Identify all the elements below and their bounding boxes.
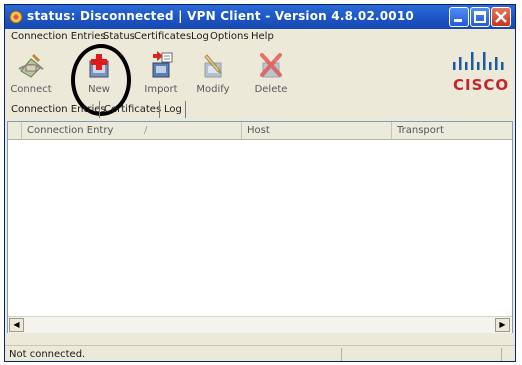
status-bar: Not connected. [5, 345, 515, 363]
scroll-right-button[interactable]: ▶ [495, 318, 510, 332]
table-header: Connection Entry / Host Transport [8, 122, 512, 140]
arrow-left-icon: ◀ [13, 320, 20, 329]
window-title: status: Disconnected | VPN Client - Vers… [27, 9, 414, 23]
column-connection-entry-label: Connection Entry [27, 125, 114, 136]
cisco-bars-icon [453, 52, 504, 70]
connect-label: Connect [10, 84, 52, 95]
column-host[interactable]: Host [242, 122, 392, 139]
resize-grip-divider [501, 348, 502, 361]
tab-connection-entries[interactable]: Connection Entries [7, 101, 110, 118]
scroll-left-button[interactable]: ◀ [9, 318, 24, 332]
status-divider [341, 348, 342, 361]
tab-strip: Connection Entries Certificates Log [5, 101, 515, 119]
menu-log[interactable]: Log [191, 31, 209, 42]
maximize-button[interactable] [470, 7, 490, 27]
close-button[interactable] [491, 7, 511, 27]
import-button[interactable]: Import [139, 48, 183, 100]
menu-certificates[interactable]: Certificates [134, 31, 191, 42]
column-transport[interactable]: Transport [392, 122, 512, 139]
connect-button[interactable]: Connect [9, 48, 53, 100]
tab-end-divider [185, 101, 189, 118]
horizontal-scrollbar[interactable]: ◀ ▶ [8, 316, 512, 333]
connect-icon [18, 53, 44, 78]
tab-log[interactable]: Log [159, 101, 186, 118]
column-connection-entry[interactable]: Connection Entry / [22, 122, 242, 139]
app-icon [9, 10, 23, 24]
minimize-button[interactable] [449, 7, 469, 27]
menu-status[interactable]: Status [103, 31, 135, 42]
sort-arrow-icon: / [144, 125, 148, 136]
status-text: Not connected. [9, 349, 86, 360]
cisco-logo: CISCO [453, 76, 510, 94]
delete-label: Delete [254, 84, 288, 95]
modify-button[interactable]: Modify [191, 48, 235, 100]
modify-label: Modify [196, 84, 230, 95]
maximize-icon [474, 11, 486, 23]
menu-options[interactable]: Options [210, 31, 249, 42]
import-label: Import [144, 84, 178, 95]
tab-certificates[interactable]: Certificates [99, 101, 165, 118]
import-icon [152, 51, 173, 78]
arrow-right-icon: ▶ [499, 320, 506, 329]
delete-button[interactable]: Delete [249, 48, 293, 100]
close-icon [495, 11, 507, 23]
minimize-icon [454, 19, 462, 22]
column-spacer [8, 122, 22, 139]
vpn-client-window: status: Disconnected | VPN Client - Vers… [4, 4, 516, 362]
menu-help[interactable]: Help [251, 31, 274, 42]
toolbar: Connect New Import Modify Delete CISCO [5, 44, 515, 116]
title-bar[interactable]: status: Disconnected | VPN Client - Vers… [5, 5, 515, 29]
modify-icon [204, 54, 223, 78]
connection-entries-table: Connection Entry / Host Transport ◀ ▶ [7, 121, 513, 333]
menu-connection-entries[interactable]: Connection Entries [11, 31, 106, 42]
menu-bar: Connection Entries Status Certificates L… [5, 29, 515, 47]
delete-icon [260, 53, 282, 78]
